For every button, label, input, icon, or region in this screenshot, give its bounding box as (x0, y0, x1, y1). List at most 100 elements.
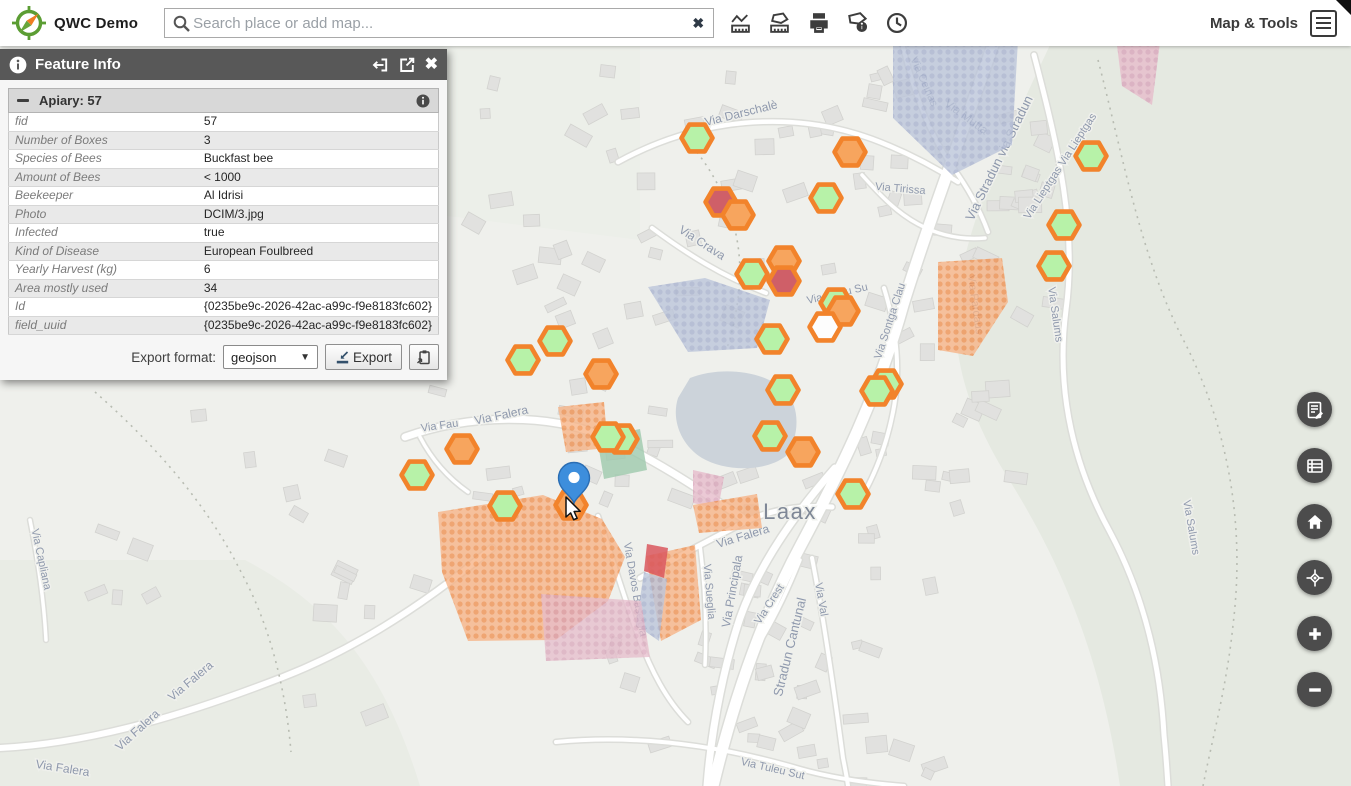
apiary-marker[interactable] (1076, 143, 1107, 170)
collapse-icon[interactable] (17, 99, 29, 103)
locate-button[interactable] (1297, 560, 1332, 595)
apiary-marker[interactable] (682, 125, 713, 152)
attribute-value: {0235be9c-2026-42ac-a99c-f9e8183fc602} (198, 298, 439, 317)
apiary-marker[interactable] (402, 462, 433, 489)
attribute-row: BeekeeperAl Idrisi (9, 187, 439, 206)
print-button[interactable] (802, 7, 835, 40)
attribute-key: Amount of Bees (9, 168, 198, 187)
attribute-value: 3 (198, 131, 439, 150)
attribute-row: Amount of Bees< 1000 (9, 168, 439, 187)
apiary-marker[interactable] (723, 202, 754, 229)
attribute-row: fid57 (9, 113, 439, 131)
clipboard-icon (416, 349, 432, 365)
attribute-table-button[interactable] (1297, 448, 1332, 483)
attribute-value: DCIM/3.jpg (198, 205, 439, 224)
attribute-value: European Foulbreed (198, 242, 439, 261)
attribute-key: field_uuid (9, 316, 198, 335)
apiary-marker[interactable] (586, 361, 617, 388)
export-row: Export format: geojson ▼ Export (8, 335, 439, 380)
attribute-value: Al Idrisi (198, 187, 439, 206)
attribute-row: Kind of DiseaseEuropean Foulbreed (9, 242, 439, 261)
feature-info-panel: Feature Info ✖ (0, 49, 447, 380)
brand-name: QWC Demo (54, 15, 138, 32)
export-button[interactable]: Export (325, 344, 402, 370)
attribute-key: Area mostly used (9, 279, 198, 298)
apiary-marker[interactable] (540, 328, 571, 355)
attribute-row: Yearly Harvest (kg)6 (9, 261, 439, 280)
attribute-value: 57 (198, 113, 439, 131)
qwc-app: Via DarschalèVia CeinasVia MuttaVia Tiri… (0, 0, 1351, 786)
attribute-value: < 1000 (198, 168, 439, 187)
dock-window-icon[interactable] (371, 56, 389, 74)
attribute-table: fid57Number of Boxes3Species of BeesBuck… (8, 113, 439, 335)
map-tools-label: Map & Tools (1210, 15, 1298, 32)
attribute-value: true (198, 224, 439, 243)
apiary-marker[interactable] (811, 185, 842, 212)
apiary-marker[interactable] (757, 326, 788, 353)
search-input[interactable] (191, 14, 690, 33)
apiary-marker[interactable] (1039, 253, 1070, 280)
attribute-value: Buckfast bee (198, 150, 439, 169)
zoom-in-button[interactable] (1297, 616, 1332, 651)
panel-header[interactable]: Feature Info ✖ (0, 49, 447, 80)
attribute-row: PhotoDCIM/3.jpg (9, 205, 439, 224)
apiary-marker[interactable] (490, 493, 521, 520)
feature-title: Apiary: 57 (39, 93, 102, 108)
apiary-marker[interactable] (862, 378, 893, 405)
measure-line-button[interactable] (724, 7, 757, 40)
apiary-marker[interactable] (1049, 212, 1080, 239)
topbar-right: Map & Tools (1210, 10, 1351, 37)
export-format-value: geojson (231, 350, 277, 365)
attribute-key: Photo (9, 205, 198, 224)
attribute-value: {0235be9c-2026-42ac-a99c-f9e8183fc602} (198, 316, 439, 335)
attribute-row: field_uuid{0235be9c-2026-42ac-a99c-f9e81… (9, 316, 439, 335)
time-manager-button[interactable] (880, 7, 913, 40)
toolbar (724, 7, 913, 40)
map-overlay-polygon (541, 594, 650, 661)
attribute-row: Area mostly used34 (9, 279, 439, 298)
copy-to-clipboard-button[interactable] (409, 344, 439, 370)
apiary-marker[interactable] (508, 347, 539, 374)
attribute-row: Infectedtrue (9, 224, 439, 243)
report-tool-button[interactable] (1297, 392, 1332, 427)
info-icon (9, 56, 27, 74)
apiary-marker[interactable] (838, 481, 869, 508)
attribute-row: Id{0235be9c-2026-42ac-a99c-f9e8183fc602} (9, 298, 439, 317)
attribute-value: 6 (198, 261, 439, 280)
close-icon[interactable]: ✖ (425, 57, 438, 73)
panel-title: Feature Info (35, 56, 121, 73)
zoom-out-button[interactable] (1297, 672, 1332, 707)
town-label: Laax (763, 499, 817, 524)
detach-window-icon[interactable] (398, 56, 416, 74)
identify-region-button[interactable] (841, 7, 874, 40)
apiary-marker[interactable] (768, 377, 799, 404)
apiary-marker[interactable] (447, 436, 478, 463)
apiary-marker[interactable] (835, 139, 866, 166)
attribute-row: Number of Boxes3 (9, 131, 439, 150)
apiary-marker[interactable] (737, 261, 768, 288)
apiary-marker[interactable] (810, 314, 841, 341)
clear-search-icon[interactable]: ✖ (690, 16, 706, 30)
attribute-key: Infected (9, 224, 198, 243)
attribute-key: Number of Boxes (9, 131, 198, 150)
topbar: QWC Demo ✖ (0, 0, 1351, 46)
measure-area-button[interactable] (763, 7, 796, 40)
apiary-marker[interactable] (755, 423, 786, 450)
feature-section-header[interactable]: Apiary: 57 (8, 88, 439, 113)
export-format-select[interactable]: geojson ▼ (223, 345, 318, 369)
menu-icon[interactable] (1310, 10, 1337, 37)
corner-decoration (1336, 0, 1351, 15)
attribute-key: fid (9, 113, 198, 131)
home-button[interactable] (1297, 504, 1332, 539)
compass-logo-icon (12, 6, 46, 40)
feature-info-icon[interactable] (416, 94, 430, 108)
attribute-value: 34 (198, 279, 439, 298)
apiary-marker[interactable] (593, 424, 624, 451)
chevron-down-icon: ▼ (300, 352, 310, 363)
apiary-marker[interactable] (769, 268, 800, 295)
app-logo: QWC Demo (0, 6, 138, 40)
apiary-marker[interactable] (788, 439, 819, 466)
attribute-key: Id (9, 298, 198, 317)
attribute-row: Species of BeesBuckfast bee (9, 150, 439, 169)
panel-body: Apiary: 57 fid57Number of Boxes3Species … (0, 80, 447, 380)
